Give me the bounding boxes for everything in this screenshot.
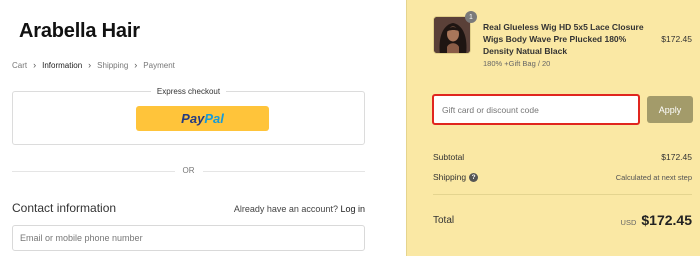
breadcrumb-payment: Payment bbox=[143, 60, 175, 70]
or-divider: OR bbox=[12, 166, 365, 175]
total-price: $172.45 bbox=[641, 212, 692, 228]
total-row: Total USD $172.45 bbox=[433, 212, 692, 228]
chevron-right-icon: › bbox=[134, 60, 138, 70]
quantity-badge: 1 bbox=[465, 11, 477, 23]
express-checkout-box: Express checkout Pay Pal bbox=[12, 87, 365, 145]
subtotal-value: $172.45 bbox=[661, 152, 692, 162]
chevron-right-icon: › bbox=[88, 60, 92, 70]
express-checkout-title: Express checkout bbox=[150, 87, 227, 96]
product-thumbnail bbox=[433, 16, 471, 54]
breadcrumb-cart[interactable]: Cart bbox=[12, 61, 27, 70]
store-logo[interactable]: Arabella Hair bbox=[19, 20, 140, 43]
product-variant: 180% +Gift Bag / 20 bbox=[483, 59, 551, 68]
paypal-logo-pal: Pal bbox=[204, 111, 224, 126]
login-link[interactable]: Log in bbox=[340, 204, 365, 214]
paypal-logo-pay: Pay bbox=[181, 111, 205, 126]
breadcrumb: Cart › Information › Shipping › Payment bbox=[12, 60, 175, 70]
account-prompt: Already have an account? Log in bbox=[234, 204, 365, 214]
chevron-right-icon: › bbox=[33, 60, 37, 70]
product-name: Real Glueless Wig HD 5x5 Lace Closure Wi… bbox=[483, 22, 644, 56]
subtotal-label: Subtotal bbox=[433, 152, 465, 162]
contact-information-heading: Contact information bbox=[12, 201, 117, 215]
shipping-value: Calculated at next step bbox=[615, 172, 692, 182]
product-price: $172.45 bbox=[661, 34, 692, 44]
paypal-button[interactable]: Pay Pal bbox=[136, 106, 269, 131]
checkout-main-panel: Arabella Hair Cart › Information › Shipp… bbox=[0, 0, 406, 256]
or-text: OR bbox=[174, 166, 203, 175]
wig-product-icon bbox=[434, 17, 470, 53]
summary-divider bbox=[433, 194, 692, 195]
total-label: Total bbox=[433, 214, 455, 226]
breadcrumb-information: Information bbox=[42, 60, 83, 70]
breadcrumb-shipping: Shipping bbox=[97, 60, 129, 70]
account-prompt-text: Already have an account? bbox=[233, 204, 338, 214]
apply-discount-button[interactable]: Apply bbox=[647, 96, 693, 123]
order-summary-panel: 1 Real Glueless Wig HD 5x5 Lace Closure … bbox=[406, 0, 700, 256]
help-icon[interactable]: ? bbox=[469, 172, 479, 182]
email-field[interactable] bbox=[12, 225, 365, 251]
shipping-row: Shipping ? Calculated at next step bbox=[433, 172, 692, 182]
shipping-label: Shipping bbox=[433, 172, 467, 182]
total-currency: USD bbox=[620, 218, 637, 227]
subtotal-row: Subtotal $172.45 bbox=[433, 152, 692, 162]
discount-code-input[interactable] bbox=[432, 94, 640, 125]
